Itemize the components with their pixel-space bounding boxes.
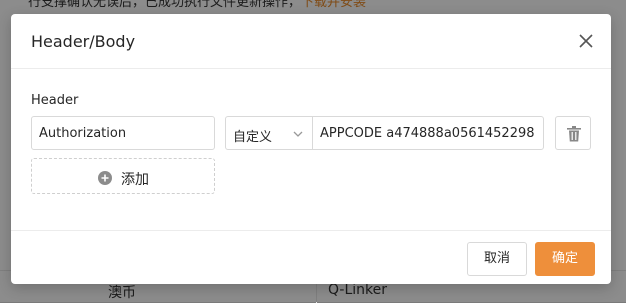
close-icon[interactable] — [575, 30, 597, 52]
header-body-modal: Header/Body Header Authorization 自定义 APP… — [11, 14, 611, 284]
trash-icon — [567, 126, 581, 142]
header-type-select[interactable]: 自定义 — [225, 116, 313, 150]
plus-circle-icon — [98, 170, 112, 189]
modal-footer: 取消 确定 — [11, 230, 611, 285]
header-section-label: Header — [31, 93, 79, 108]
modal-header: Header/Body — [11, 14, 611, 69]
delete-row-button[interactable] — [555, 116, 591, 150]
header-key-input[interactable]: Authorization — [31, 116, 215, 150]
header-value-input[interactable]: APPCODE a474888a0561452298 — [312, 116, 544, 150]
add-header-label: 添加 — [121, 172, 149, 188]
add-header-button[interactable]: 添加 — [31, 158, 215, 194]
cancel-button[interactable]: 取消 — [467, 242, 527, 276]
confirm-button[interactable]: 确定 — [535, 242, 595, 276]
modal-title: Header/Body — [31, 32, 136, 51]
header-type-select-value: 自定义 — [233, 130, 273, 145]
chevron-down-icon — [292, 128, 304, 140]
